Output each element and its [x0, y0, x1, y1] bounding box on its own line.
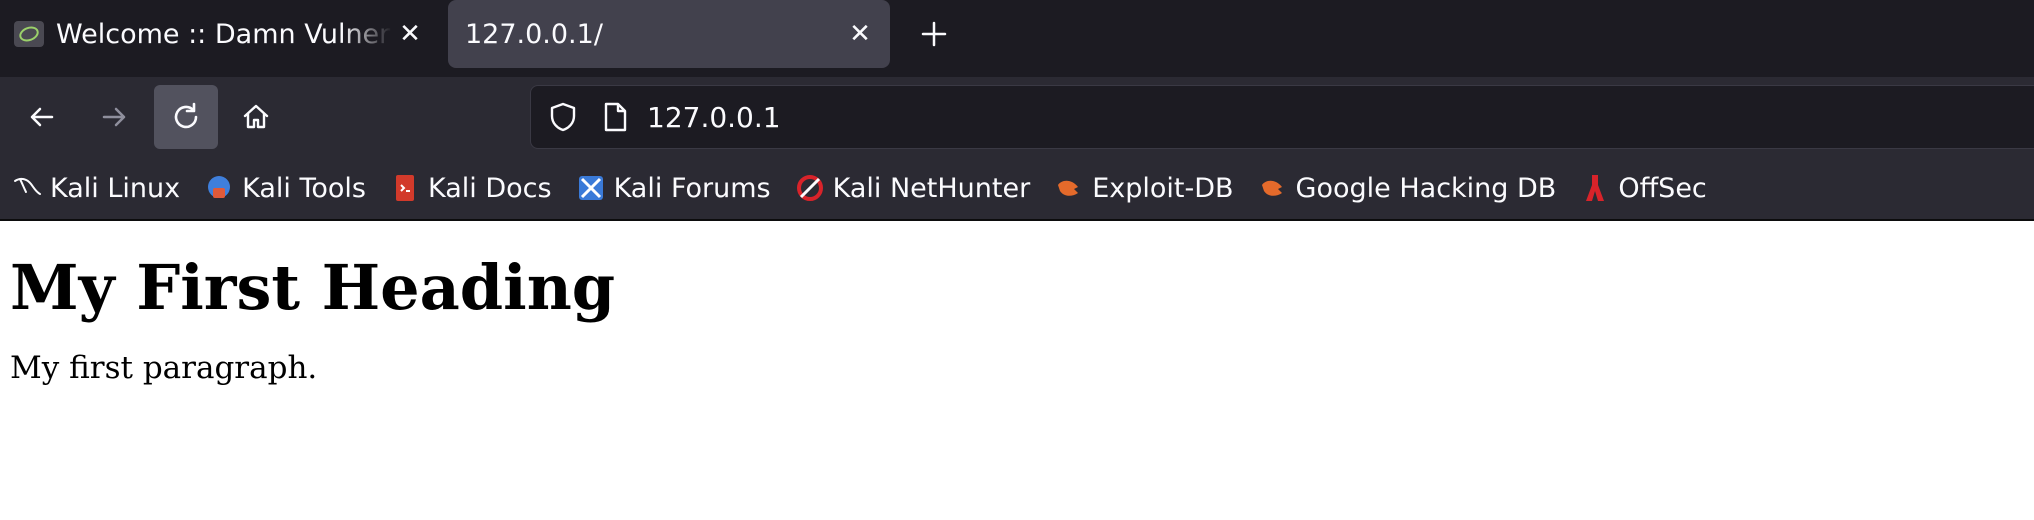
tab-localhost[interactable]: 127.0.0.1/ ✕ [448, 0, 890, 68]
bookmarks-toolbar: Kali Linux Kali Tools Kali Docs Kali For… [0, 157, 2034, 221]
reload-icon [174, 102, 198, 129]
kali-dragon-icon [12, 173, 42, 203]
dvwa-favicon-icon [14, 21, 44, 47]
kali-nethunter-icon [795, 173, 825, 203]
bookmark-label: Kali Tools [242, 172, 366, 204]
address-bar[interactable]: 127.0.0.1 [530, 85, 2034, 149]
kali-docs-icon [390, 173, 420, 203]
browser-chrome: Welcome :: Damn Vulnerable Web Applicati… [0, 0, 2034, 221]
new-tab-button[interactable] [912, 12, 956, 56]
home-icon [243, 104, 269, 129]
bookmark-google-hacking-db[interactable]: Google Hacking DB [1258, 172, 1557, 204]
nav-toolbar: 127.0.0.1 [0, 77, 2034, 157]
home-button[interactable] [224, 85, 288, 149]
arrow-left-icon [30, 107, 54, 127]
bookmark-kali-docs[interactable]: Kali Docs [390, 173, 552, 204]
back-button[interactable] [10, 85, 74, 149]
bookmark-kali-tools[interactable]: Kali Tools [204, 173, 366, 204]
bookmark-exploit-db[interactable]: Exploit-DB [1054, 172, 1234, 204]
tab-title: Welcome :: Damn Vulnerable Web Applicati… [56, 18, 392, 50]
url-text[interactable]: 127.0.0.1 [647, 101, 781, 134]
close-tab-icon[interactable]: ✕ [842, 16, 878, 52]
exploit-db-icon [1054, 173, 1084, 203]
page-heading: My First Heading [10, 251, 616, 324]
page-paragraph: My first paragraph. [10, 350, 318, 386]
arrow-right-icon [102, 107, 126, 127]
bookmark-label: Kali Forums [613, 172, 771, 204]
kali-forums-icon [576, 173, 606, 203]
kali-tools-icon [204, 173, 234, 203]
offsec-icon [1580, 173, 1610, 203]
page-icon[interactable] [597, 99, 633, 135]
tab-title: 127.0.0.1/ [465, 18, 603, 50]
forward-button[interactable] [82, 85, 146, 149]
tab-strip: Welcome :: Damn Vulnerable Web Applicati… [0, 0, 2034, 77]
plus-icon [921, 21, 947, 47]
bookmark-label: Kali Docs [427, 172, 552, 204]
bookmark-label: Exploit-DB [1092, 172, 1234, 204]
bookmark-kali-forums[interactable]: Kali Forums [576, 173, 771, 204]
bookmark-offsec[interactable]: OffSec [1580, 172, 1707, 204]
ghdb-icon [1258, 173, 1288, 203]
bookmark-label: Kali Linux [50, 172, 181, 204]
bookmark-label: Kali NetHunter [832, 172, 1031, 204]
bookmark-label: Google Hacking DB [1295, 172, 1557, 204]
close-tab-icon[interactable]: ✕ [392, 16, 428, 52]
page-content: My First Heading My first paragraph. [0, 251, 2034, 386]
tab-dvwa[interactable]: Welcome :: Damn Vulnerable Web Applicati… [0, 0, 440, 68]
bookmark-kali-nethunter[interactable]: Kali NetHunter [795, 172, 1031, 204]
reload-button[interactable] [154, 85, 218, 149]
bookmark-label: OffSec [1618, 172, 1707, 204]
shield-icon[interactable] [545, 99, 581, 135]
bookmark-kali-linux[interactable]: Kali Linux [12, 173, 180, 204]
